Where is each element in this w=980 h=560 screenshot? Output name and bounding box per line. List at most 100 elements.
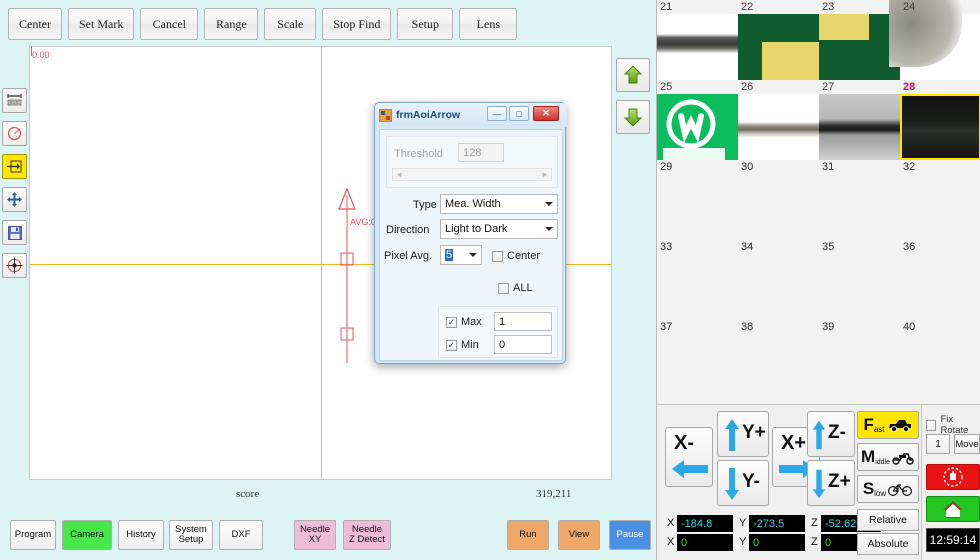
thumbnail-cell[interactable]: 22 <box>738 0 819 80</box>
pixel-avg-dropdown[interactable]: 5 <box>440 245 482 265</box>
pixel-avg-label: Pixel Avg. <box>384 250 433 262</box>
emergency-stop-button[interactable] <box>926 464 980 490</box>
save-disk-icon[interactable] <box>2 220 27 245</box>
thumbnail-cell[interactable]: 35 <box>819 240 900 320</box>
min-checkbox[interactable]: ✓ Min <box>446 339 479 351</box>
thumbnail-cell[interactable]: 31 <box>819 160 900 240</box>
thumbnail-cell[interactable]: 29 <box>657 160 738 240</box>
thumbnail-number: 22 <box>741 1 754 13</box>
thumbnail-cell[interactable]: 33 <box>657 240 738 320</box>
clock-display: 12:59:14 <box>926 528 980 552</box>
jog-x-minus-button[interactable]: X- <box>665 427 713 487</box>
dxf-button[interactable]: DXF <box>219 520 263 550</box>
speed-slow-button[interactable]: S low <box>857 475 919 503</box>
relative-button[interactable]: Relative <box>857 509 919 531</box>
type-label: Type <box>413 199 437 211</box>
thumbnail-image[interactable] <box>888 0 980 80</box>
thumbnail-cell[interactable]: 21 <box>657 0 738 80</box>
jog-z-plus-button[interactable]: Z+ <box>807 460 855 506</box>
fix-rotate-checkbox[interactable]: ✓ Fix Rotate <box>926 414 980 436</box>
thumbnail-cell[interactable]: 36 <box>900 240 980 320</box>
camera-button[interactable]: Camera <box>62 520 112 550</box>
thumbnail-image[interactable] <box>819 94 900 160</box>
center-button[interactable]: Center <box>8 8 62 40</box>
aoi-arrow-dialog[interactable]: frmAoiArrow — □ ✕ Threshold 128 ◄ ► Type… <box>374 102 567 364</box>
absolute-button[interactable]: Absolute <box>857 533 919 555</box>
thumbnail-cell[interactable]: 26 <box>738 80 819 160</box>
dialog-titlebar[interactable]: frmAoiArrow — □ ✕ <box>375 103 567 127</box>
set-mark-button[interactable]: Set Mark <box>68 8 135 40</box>
max-input[interactable]: 1 <box>494 312 552 331</box>
run-button[interactable]: Run <box>507 520 549 550</box>
needle-z-detect-button[interactable]: Needle Z Detect <box>343 520 391 550</box>
ruler-icon[interactable] <box>2 88 27 113</box>
setup-button[interactable]: Setup <box>397 8 454 40</box>
type-dropdown[interactable]: Mea. Width <box>440 194 558 214</box>
range-button[interactable]: Range <box>204 8 259 40</box>
scroll-left-arrow-icon[interactable]: ◄ <box>395 170 403 179</box>
scroll-right-arrow-icon[interactable]: ► <box>541 170 549 179</box>
stop-find-button[interactable]: Stop Find <box>322 8 392 40</box>
thumbnail-cell[interactable]: 34 <box>738 240 819 320</box>
center-checkbox[interactable]: ✓ Center <box>492 250 540 262</box>
thumbnail-cell[interactable]: 39 <box>819 320 900 400</box>
arrow-into-box-icon[interactable] <box>2 154 27 179</box>
min-input[interactable]: 0 <box>494 335 552 354</box>
chevron-down-icon <box>545 202 553 206</box>
thumbnail-image[interactable] <box>738 14 819 80</box>
thumbnail-cell[interactable]: 23 <box>819 0 900 80</box>
bicycle-icon <box>888 484 913 497</box>
dialog-minimize-button[interactable]: — <box>487 106 507 121</box>
speed-middle-button[interactable]: M iddle <box>857 443 919 471</box>
jog-z-minus-button[interactable]: Z- <box>807 411 855 457</box>
thumbnail-image[interactable] <box>819 14 900 80</box>
home-button[interactable] <box>926 496 980 522</box>
scroll-down-icon[interactable] <box>616 100 650 134</box>
needle-xy-button[interactable]: Needle XY <box>294 520 336 550</box>
history-button[interactable]: History <box>118 520 164 550</box>
jog-y-minus-button[interactable]: Y- <box>717 460 769 506</box>
window-app-icon <box>379 108 392 122</box>
thumbnail-image[interactable] <box>900 94 980 160</box>
max-checkbox[interactable]: ✓ Max <box>446 316 482 328</box>
right-pane: 21 22 23 24 25 26 27 28 29 30 31 32 33 34 35 36 37 38 39 40… <box>656 0 980 560</box>
speed-fast-button[interactable]: F ast <box>857 411 919 439</box>
thumbnail-cell[interactable]: 28 <box>900 80 980 160</box>
view-button[interactable]: View <box>558 520 600 550</box>
program-button[interactable]: Program <box>10 520 56 550</box>
thumbnail-cell[interactable]: 27 <box>819 80 900 160</box>
thumbnail-image[interactable] <box>738 94 819 160</box>
move-button[interactable]: Move <box>954 434 980 454</box>
absolute-label: Absolute <box>867 538 909 550</box>
rel-z-axis-label: Z <box>811 517 818 529</box>
speed-middle-prefix: M <box>861 447 876 466</box>
system-setup-button[interactable]: System Setup <box>169 520 213 550</box>
lens-button[interactable]: Lens <box>459 8 518 40</box>
direction-dropdown[interactable]: Light to Dark <box>440 219 558 239</box>
threshold-input[interactable]: 128 <box>458 143 504 162</box>
thumbnail-image[interactable] <box>657 14 738 80</box>
thumbnail-cell[interactable]: 32 <box>900 160 980 240</box>
all-checkbox[interactable]: ✓ ALL <box>498 282 533 294</box>
scroll-up-icon[interactable] <box>616 58 650 92</box>
cancel-button[interactable]: Cancel <box>140 8 199 40</box>
threshold-scrollbar[interactable]: ◄ ► <box>392 168 552 181</box>
scale-button[interactable]: Scale <box>264 8 317 40</box>
step-value-input[interactable]: 1 <box>926 434 950 454</box>
jog-x-plus-label: X+ <box>781 432 807 454</box>
circle-find-icon[interactable] <box>2 121 27 146</box>
thumbnail-cell[interactable]: 25 <box>657 80 738 160</box>
dialog-close-button[interactable]: ✕ <box>533 106 559 121</box>
pause-button[interactable]: Pause <box>609 520 651 550</box>
thumbnail-image[interactable] <box>657 94 738 160</box>
speed-slow-suffix: low <box>874 489 887 498</box>
dialog-maximize-button[interactable]: □ <box>509 106 529 121</box>
thumbnail-cell[interactable]: 30 <box>738 160 819 240</box>
thumbnail-cell[interactable]: 40 <box>900 320 980 400</box>
thumbnail-cell[interactable]: 38 <box>738 320 819 400</box>
crosshair-target-icon[interactable] <box>2 253 27 278</box>
jog-y-plus-button[interactable]: Y+ <box>717 411 769 457</box>
thumbnail-cell[interactable]: 24 <box>888 0 980 80</box>
thumbnail-cell[interactable]: 37 <box>657 320 738 400</box>
move-cross-icon[interactable] <box>2 187 27 212</box>
